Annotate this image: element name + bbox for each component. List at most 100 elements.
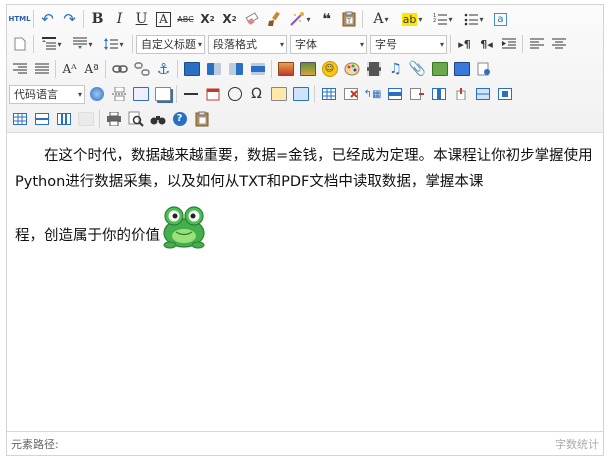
insert-paragraph-before-table-icon[interactable]: ↰▦ (362, 84, 383, 104)
web-app-icon[interactable] (86, 84, 107, 104)
horizontal-rule-icon[interactable] (180, 84, 201, 104)
blockquote-icon[interactable]: ❝ (316, 9, 337, 29)
align-center-icon[interactable] (548, 34, 569, 54)
rtl-direction-button[interactable]: ¶◂ (476, 34, 497, 54)
editor-content[interactable]: 在这个时代，数据越来越重要，数据=金钱，已经成为定理。本课程让你初步掌握使用Py… (7, 133, 603, 433)
special-chars-icon[interactable]: Ω (246, 84, 267, 104)
insert-frame-icon[interactable] (473, 59, 494, 79)
frog-emoticon-icon (163, 206, 205, 249)
svg-text:T: T (346, 18, 351, 25)
google-map-icon[interactable] (451, 59, 472, 79)
delete-table-icon[interactable] (340, 84, 361, 104)
image-right-icon[interactable] (225, 59, 246, 79)
print-icon[interactable] (103, 109, 124, 129)
date-icon[interactable] (202, 84, 223, 104)
word-image-icon[interactable] (290, 84, 311, 104)
insert-row-icon[interactable] (384, 84, 405, 104)
drafts-icon[interactable] (191, 109, 212, 129)
merge-down-icon[interactable] (9, 109, 30, 129)
subscript-button[interactable]: X2 (219, 9, 240, 29)
paste-plain-icon[interactable]: T (338, 9, 359, 29)
toolbar-divider (176, 85, 177, 103)
font-border-button[interactable]: A (153, 9, 174, 29)
row-spacing-top-icon[interactable]: ▾ (37, 34, 67, 54)
toolbar-divider (177, 60, 178, 78)
split-cols-icon[interactable] (53, 109, 74, 129)
underline-button[interactable]: U (131, 9, 152, 29)
image-none-icon[interactable] (181, 59, 202, 79)
search-replace-icon[interactable] (147, 109, 168, 129)
content-paragraph-last-line: 程，创造属于你的价值 (15, 203, 595, 249)
toolbar-divider (271, 60, 272, 78)
format-painter-icon[interactable] (263, 9, 284, 29)
toolbar-divider (33, 10, 34, 28)
delete-row-icon[interactable] (406, 84, 427, 104)
attachment-icon[interactable]: 📎 (407, 59, 428, 79)
time-icon[interactable] (224, 84, 245, 104)
multi-image-icon[interactable] (297, 59, 318, 79)
merge-right-icon[interactable] (494, 84, 515, 104)
font-color-button[interactable]: A ▾ (366, 9, 396, 29)
line-height-icon[interactable]: ▾ (99, 34, 129, 54)
preview-icon[interactable] (125, 109, 146, 129)
insert-video-icon[interactable] (363, 59, 384, 79)
snap-screen-icon[interactable] (268, 84, 289, 104)
custom-title-value: 自定义标题 (141, 38, 196, 51)
superscript-button[interactable]: X2 (197, 9, 218, 29)
emotion-icon[interactable]: ☺ (319, 59, 340, 79)
editor-toolbar: HTML ↶ ↷ B I U A ABC X2 X2 ▾ ❝ T A ▾ ab … (7, 5, 603, 133)
font-size-select[interactable]: 字号 ▾ (370, 34, 447, 54)
anchor-icon[interactable]: ⚓ (153, 59, 174, 79)
align-justify-icon[interactable] (31, 59, 52, 79)
bold-button[interactable]: B (87, 9, 108, 29)
highlight-color-button[interactable]: ab ▾ (397, 9, 427, 29)
font-family-select[interactable]: 字体 ▾ (290, 34, 367, 54)
eraser-icon[interactable] (241, 9, 262, 29)
word-count-label: 字数统计 (555, 437, 599, 451)
music-icon[interactable]: ♫ (385, 59, 406, 79)
strikethrough-button[interactable]: ABC (175, 9, 196, 29)
align-right-icon[interactable] (9, 59, 30, 79)
insert-table-icon[interactable] (318, 84, 339, 104)
map-icon[interactable] (429, 59, 450, 79)
html-source-button[interactable]: HTML (8, 9, 30, 29)
toolbar-divider (362, 10, 363, 28)
new-document-icon[interactable] (9, 34, 30, 54)
help-icon[interactable]: ? (169, 109, 190, 129)
image-center-icon[interactable] (247, 59, 268, 79)
align-left-icon[interactable] (526, 34, 547, 54)
template-icon[interactable] (130, 84, 151, 104)
uppercase-icon[interactable]: Aᴬ (59, 59, 80, 79)
lowercase-icon[interactable]: Aª (81, 59, 102, 79)
page-break-icon[interactable] (108, 84, 129, 104)
rich-text-editor: HTML ↶ ↷ B I U A ABC X2 X2 ▾ ❝ T A ▾ ab … (6, 4, 604, 456)
toolbar-row-3: Aᴬ Aª ⚓ ☺ ♫ 📎 (9, 58, 494, 80)
merge-cells-icon[interactable] (472, 84, 493, 104)
scrawl-icon[interactable] (341, 59, 362, 79)
unlink-icon[interactable] (131, 59, 152, 79)
background-icon[interactable] (152, 84, 173, 104)
indent-icon[interactable] (498, 34, 519, 54)
toolbar-divider (83, 10, 84, 28)
auto-typeset-icon[interactable]: ▾ (285, 9, 315, 29)
redo-button[interactable]: ↷ (59, 9, 80, 29)
select-all-icon[interactable]: a (490, 9, 511, 29)
delete-col-icon[interactable] (450, 84, 471, 104)
custom-title-select[interactable]: 自定义标题 ▾ (136, 34, 205, 54)
ordered-list-button[interactable]: 1 2 ▾ (428, 9, 458, 29)
insert-col-icon[interactable] (428, 84, 449, 104)
row-spacing-bottom-icon[interactable]: ▾ (68, 34, 98, 54)
italic-button[interactable]: I (109, 9, 130, 29)
toolbar-divider (105, 60, 106, 78)
link-icon[interactable] (109, 59, 130, 79)
image-left-icon[interactable] (203, 59, 224, 79)
unordered-list-button[interactable]: ▾ (459, 9, 489, 29)
insert-image-icon[interactable] (275, 59, 296, 79)
undo-button[interactable]: ↶ (37, 9, 58, 29)
ltr-direction-button[interactable]: ▸¶ (454, 34, 475, 54)
toolbar-divider (55, 60, 56, 78)
code-language-select[interactable]: 代码语言 ▾ (9, 84, 85, 104)
toolbar-divider (450, 35, 451, 53)
split-rows-icon[interactable] (31, 109, 52, 129)
paragraph-format-select[interactable]: 段落格式 ▾ (208, 34, 287, 54)
